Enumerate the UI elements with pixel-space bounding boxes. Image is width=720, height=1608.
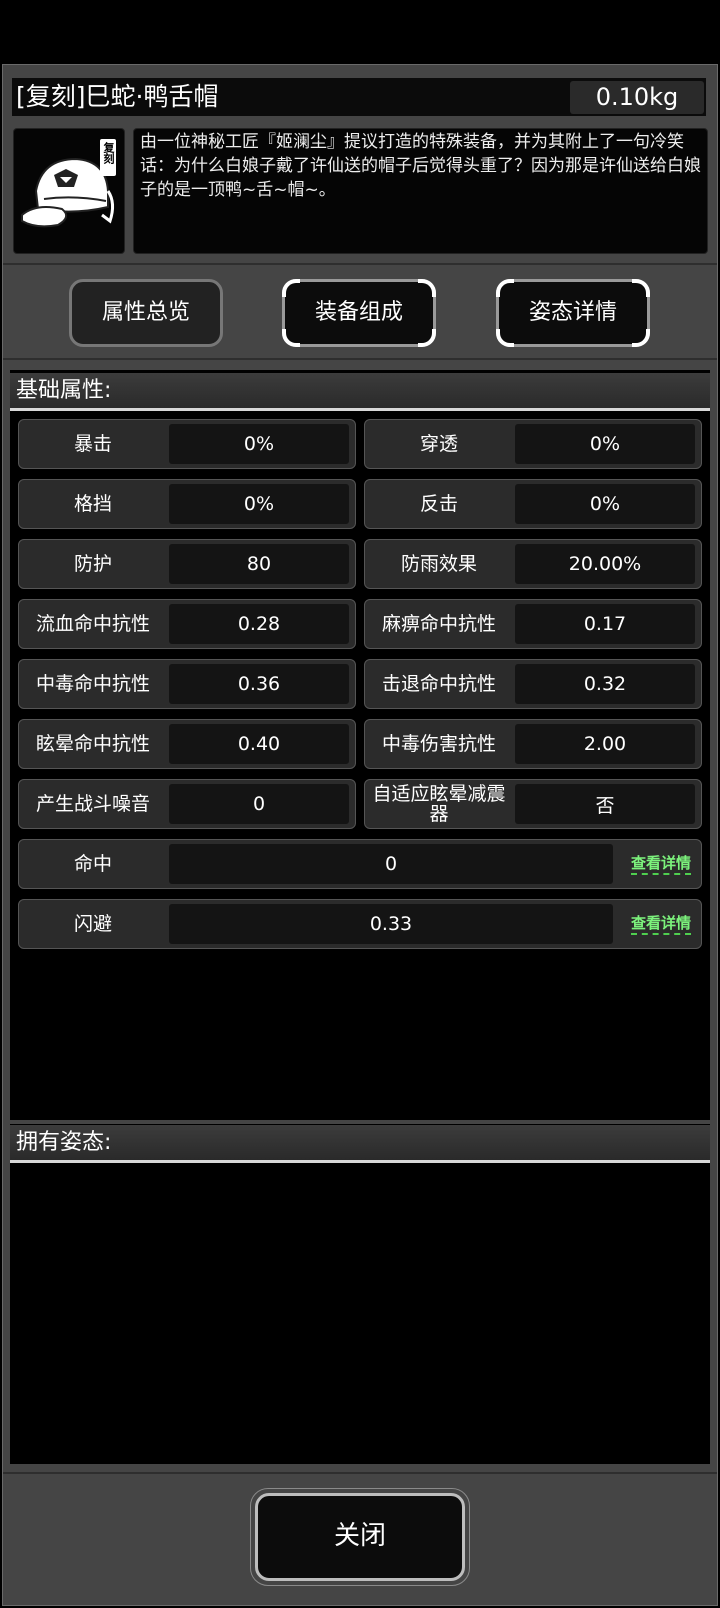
close-button[interactable]: 关闭 <box>255 1493 465 1581</box>
attr-label: 闪避 <box>73 913 112 935</box>
attr-value: 0 <box>169 844 613 884</box>
item-description: 由一位神秘工匠『姬澜尘』提议打造的特殊装备，并为其附上了一句冷笑话：为什么白娘子… <box>140 132 701 200</box>
attr-value: 0.32 <box>515 664 695 704</box>
replica-badge-text: 复刻 <box>102 142 115 164</box>
view-details-link[interactable]: 查看详情 <box>630 913 691 935</box>
attr-label: 流血命中抗性 <box>35 613 150 635</box>
attr-counter: 反击 0% <box>364 479 702 529</box>
attr-value: 0.33 <box>169 904 613 944</box>
divider <box>3 263 717 265</box>
attr-stun-absorber: 自适应眩晕减震器否 <box>364 779 702 829</box>
attr-label: 麻痹命中抗性 <box>381 613 496 635</box>
view-details-link[interactable]: 查看详情 <box>630 853 691 875</box>
attr-label: 防护 <box>73 553 112 575</box>
attr-label: 中毒伤害抗性 <box>381 733 496 755</box>
divider <box>3 1472 717 1474</box>
attr-value: 0% <box>169 424 349 464</box>
attr-value: 2.00 <box>515 724 695 764</box>
attr-value: 0 <box>169 784 349 824</box>
attr-knockback-resist: 击退命中抗性 0.32 <box>364 659 702 709</box>
tab-equipment-composition[interactable]: 装备组成 <box>282 279 436 347</box>
attr-value: 0.17 <box>515 604 695 644</box>
tab-attribute-overview[interactable]: 属性总览 <box>69 279 223 347</box>
attr-label: 防雨效果 <box>400 553 477 575</box>
attr-poison-hit-resist: 中毒命中抗性 0.36 <box>18 659 356 709</box>
attr-value: 0.40 <box>169 724 349 764</box>
tab-label: 属性总览 <box>101 300 190 325</box>
attr-hit: 命中 0 查看详情 <box>18 839 702 889</box>
attr-value: 否 <box>515 784 695 824</box>
attr-label: 中毒命中抗性 <box>35 673 150 695</box>
close-button-label: 关闭 <box>333 1521 386 1551</box>
tab-stance-details[interactable]: 姿态详情 <box>496 279 650 347</box>
attr-label: 眩晕命中抗性 <box>35 733 150 755</box>
attr-label: 格挡 <box>73 493 112 515</box>
attr-value: 0% <box>515 424 695 464</box>
attr-label: 产生战斗噪音 <box>35 793 150 815</box>
tab-label: 姿态详情 <box>528 300 617 325</box>
item-title: [复刻]巳蛇·鸭舌帽 <box>16 82 219 111</box>
item-weight: 0.10kg <box>570 81 704 114</box>
attr-label: 穿透 <box>419 433 458 455</box>
attr-rain-proof: 防雨效果 20.00% <box>364 539 702 589</box>
attr-value: 0% <box>169 484 349 524</box>
attr-stun-resist: 眩晕命中抗性 0.40 <box>18 719 356 769</box>
basic-attributes-header: 基础属性: <box>10 373 710 411</box>
attr-paralysis-resist: 麻痹命中抗性 0.17 <box>364 599 702 649</box>
attr-label: 自适应眩晕减震器 <box>372 783 506 825</box>
attr-block: 格挡 0% <box>18 479 356 529</box>
attr-value: 0.28 <box>169 604 349 644</box>
stance-section <box>10 1124 710 1464</box>
attr-label: 击退命中抗性 <box>381 673 496 695</box>
item-icon-frame: 复刻 <box>13 128 125 254</box>
attr-value: 0% <box>515 484 695 524</box>
attr-protection: 防护 80 <box>18 539 356 589</box>
attr-dodge: 闪避 0.33 查看详情 <box>18 899 702 949</box>
attr-penetration: 穿透 0% <box>364 419 702 469</box>
attr-value: 0.36 <box>169 664 349 704</box>
attr-value: 20.00% <box>515 544 695 584</box>
attr-crit: 暴击 0% <box>18 419 356 469</box>
attr-poison-damage-resist: 中毒伤害抗性 2.00 <box>364 719 702 769</box>
divider <box>3 358 717 360</box>
replica-badge: 复刻 <box>100 139 116 176</box>
attr-combat-noise: 产生战斗噪音 0 <box>18 779 356 829</box>
tab-label: 装备组成 <box>314 300 403 325</box>
attr-bleed-resist: 流血命中抗性 0.28 <box>18 599 356 649</box>
stance-header: 拥有姿态: <box>10 1125 710 1163</box>
attr-label: 暴击 <box>73 433 112 455</box>
attr-label: 命中 <box>73 853 112 875</box>
attr-value: 80 <box>169 544 349 584</box>
attr-label: 反击 <box>419 493 458 515</box>
